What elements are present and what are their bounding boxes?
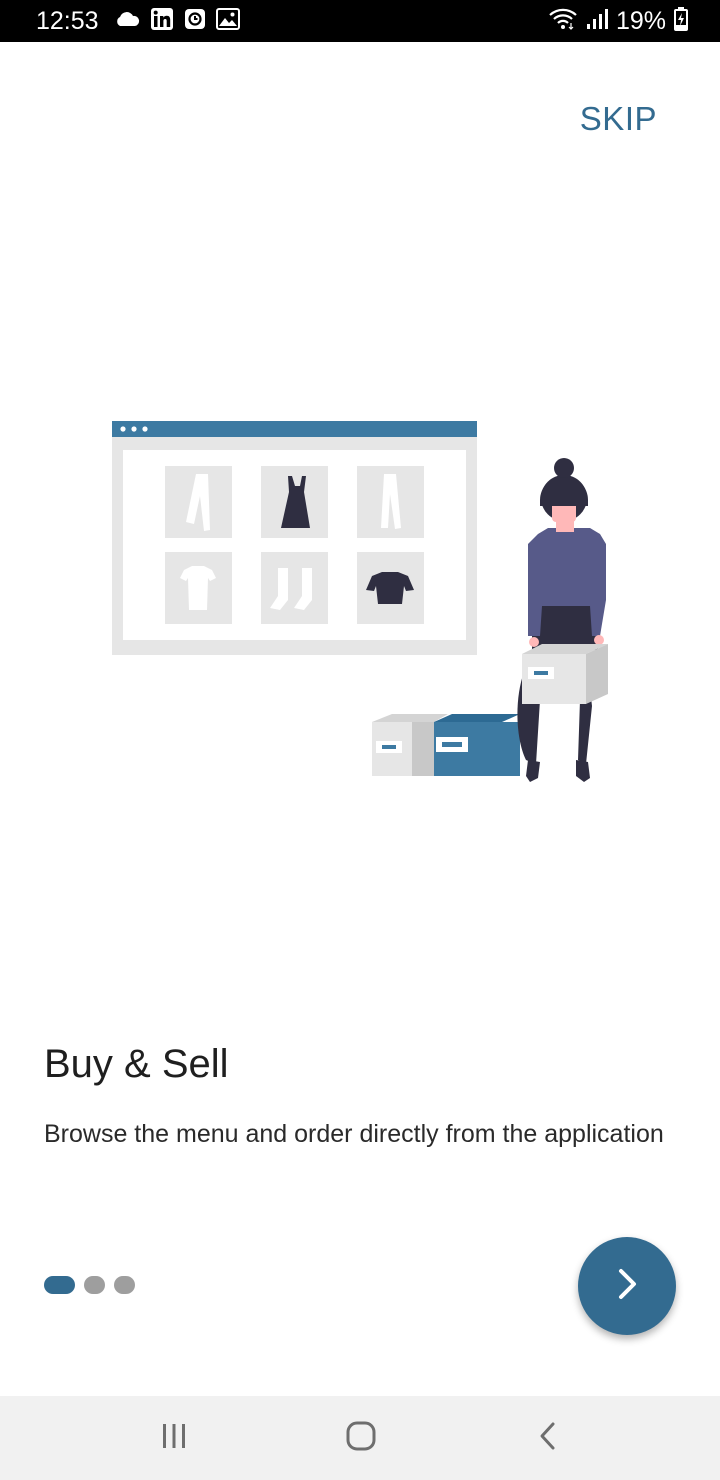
page-dot (84, 1276, 105, 1294)
notification-icons (114, 7, 240, 36)
status-bar: 12:53 19% (0, 0, 720, 42)
system-icons: 19% (548, 6, 688, 36)
slide-title: Buy & Sell (44, 1042, 229, 1086)
home-button[interactable] (339, 1416, 383, 1460)
page-indicator (44, 1276, 135, 1294)
chevron-right-icon (607, 1264, 647, 1309)
gallery-icon (216, 7, 240, 35)
page-dot (114, 1276, 135, 1294)
cloud-icon (114, 11, 140, 32)
slide-description: Browse the menu and order directly from … (44, 1120, 664, 1148)
next-button[interactable] (578, 1237, 676, 1335)
home-icon (345, 1420, 377, 1457)
back-button[interactable] (527, 1416, 571, 1460)
navigation-bar (0, 1396, 720, 1480)
signal-icon (586, 7, 608, 36)
battery-percentage: 19% (615, 7, 666, 35)
page-dot-active (44, 1276, 75, 1294)
linkedin-icon (150, 7, 174, 36)
online-store-illustration (100, 410, 630, 800)
status-time: 12:53 (36, 7, 99, 35)
clock-app-icon (184, 8, 206, 35)
wifi-icon (548, 7, 578, 36)
battery-charging-icon (674, 6, 688, 36)
back-icon (534, 1421, 564, 1456)
skip-button[interactable]: SKIP (580, 100, 657, 138)
recent-apps-button[interactable] (152, 1416, 196, 1460)
recent-apps-icon (159, 1421, 189, 1456)
